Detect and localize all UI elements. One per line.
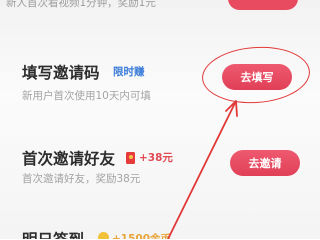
task-list-page: 新人首次看视频1分钟，奖励1元 填写邀请码 限时赚 新用户首次使用10天内可填 … bbox=[0, 0, 320, 239]
arrow-annotation bbox=[167, 100, 238, 239]
